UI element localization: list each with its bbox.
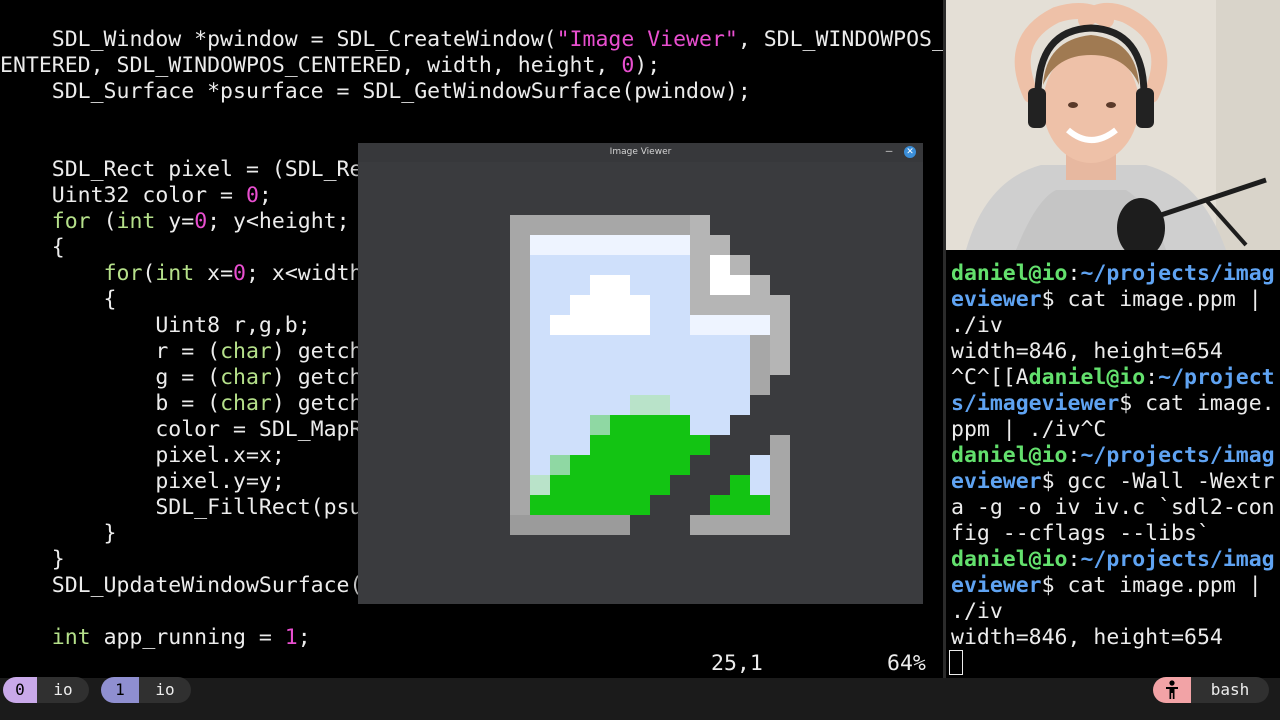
cursor-position: 25,1: [711, 651, 763, 676]
code-text: y=: [155, 209, 195, 234]
person-icon: [1153, 677, 1191, 703]
broken-image-icon: [510, 215, 790, 535]
prompt-path: eviewer: [951, 469, 1042, 494]
terminal-line: a -g -o iv iv.c `sdl2-con: [951, 495, 1275, 520]
close-button[interactable]: ✕: [904, 146, 916, 158]
terminal-line: ./iv: [951, 599, 1003, 624]
code-keyword: int: [155, 261, 195, 286]
code-text: x=: [194, 261, 234, 286]
code-string: "Image Viewer": [556, 27, 738, 52]
code-number: 0: [621, 53, 635, 78]
terminal-line: ^C^[[Adaniel@io:~/project: [951, 365, 1275, 391]
code-text: );: [634, 53, 661, 78]
code-line: ENTERED, SDL_WINDOWPOS_CENTERED, width, …: [0, 53, 943, 79]
code-number: 0: [233, 261, 246, 286]
prompt-user: daniel@io: [951, 547, 1068, 572]
code-line: SDL_Surface *psurface = SDL_GetWindowSur…: [0, 79, 751, 104]
scroll-percent: 64%: [887, 651, 926, 676]
image-viewer-window[interactable]: Image Viewer – ✕: [358, 143, 923, 604]
terminal-line: eviewer$ cat image.ppm |: [951, 573, 1262, 599]
code-number: 1: [284, 625, 298, 650]
code-text: g = (: [0, 365, 221, 390]
prompt-user: daniel@io: [951, 443, 1068, 468]
prompt-colon: :: [1145, 365, 1159, 390]
code-keyword: char: [220, 391, 272, 416]
code-text: ;: [297, 625, 311, 650]
terminal-line: fig --cflags --libs`: [951, 521, 1210, 546]
code-text: SDL_Window *pwindow = SDL_CreateWindow(: [0, 27, 557, 52]
code-keyword: char: [220, 339, 272, 364]
code-keyword: for: [103, 261, 143, 286]
code-text: Uint32 color =: [0, 183, 246, 208]
command-text: $ cat image.: [1119, 391, 1275, 416]
webcam-feed: [946, 0, 1280, 250]
command-text: $ gcc -Wall -Wextr: [1041, 469, 1275, 494]
prompt-colon: :: [1067, 547, 1081, 572]
terminal-line: daniel@io:~/projects/imag: [951, 261, 1275, 287]
prompt-user: daniel@io: [1028, 365, 1146, 390]
code-text: r = (: [0, 339, 221, 364]
command-text: $ cat image.ppm |: [1041, 573, 1262, 598]
prompt-path: eviewer: [951, 287, 1042, 312]
code-text: ;: [258, 183, 272, 208]
tmux-window-name[interactable]: io: [139, 677, 191, 703]
tmux-window-index[interactable]: 0: [3, 677, 37, 703]
prompt-path: eviewer: [951, 573, 1042, 598]
prompt-path: ~/projects/imag: [1080, 547, 1275, 572]
tmux-status-bar: [0, 678, 1280, 720]
tmux-session-name: bash: [1191, 677, 1269, 703]
code-text: ) getch: [271, 339, 363, 364]
prompt-path: ~/projects/imag: [1080, 443, 1275, 468]
code-keyword: int: [51, 625, 91, 650]
prompt-path: ~/projects/imag: [1080, 261, 1275, 286]
prompt-colon: :: [1067, 261, 1081, 286]
terminal-line: daniel@io:~/projects/imag: [951, 443, 1275, 469]
code-line: SDL_Window *pwindow = SDL_CreateWindow("…: [0, 27, 943, 53]
terminal-pane[interactable]: daniel@io:~/projects/imag eviewer$ cat i…: [946, 250, 1280, 678]
terminal-line: eviewer$ gcc -Wall -Wextr: [951, 469, 1275, 495]
code-text: ; y<height;: [207, 209, 363, 234]
prompt-path: s/imageviewer: [951, 391, 1120, 416]
terminal-line: eviewer$ cat image.ppm |: [951, 287, 1262, 313]
window-title: Image Viewer: [609, 147, 672, 157]
code-text: , SDL_WINDOWPOS_C: [737, 27, 943, 52]
code-text: (: [90, 209, 117, 234]
prompt-user: daniel@io: [951, 261, 1068, 286]
code-text: ) getch: [271, 391, 363, 416]
code-number: 0: [245, 183, 259, 208]
prompt-path: ~/project: [1158, 365, 1275, 390]
code-keyword: char: [220, 365, 272, 390]
terminal-line: daniel@io:~/projects/imag: [951, 547, 1275, 573]
code-text: app_running =: [90, 625, 285, 650]
code-text: ; x<width: [246, 261, 363, 286]
command-text: $ cat image.ppm |: [1041, 287, 1262, 312]
terminal-line: ppm | ./iv^C: [951, 417, 1107, 442]
code-line: int app_running = 1;: [0, 625, 943, 651]
tmux-window-name[interactable]: io: [37, 677, 89, 703]
terminal-line: ./iv: [951, 313, 1003, 338]
control-chars: ^C^[[A: [951, 365, 1029, 390]
terminal-line: s/imageviewer$ cat image.: [951, 391, 1275, 417]
webcam-image: [946, 0, 1280, 250]
image-canvas: [358, 162, 923, 604]
code-keyword: int: [116, 209, 156, 234]
terminal-cursor: [949, 650, 963, 675]
code-keyword: for: [51, 209, 91, 234]
person-icon-glyph: [1166, 680, 1178, 699]
code-text: b = (: [0, 391, 221, 416]
prompt-colon: :: [1067, 443, 1081, 468]
code-text: (: [142, 261, 156, 286]
code-text: ENTERED, SDL_WINDOWPOS_CENTERED, width, …: [0, 53, 622, 78]
window-titlebar[interactable]: Image Viewer: [358, 143, 923, 162]
terminal-line: width=846, height=654: [951, 625, 1223, 650]
tmux-window-index[interactable]: 1: [101, 677, 139, 703]
minimize-button[interactable]: –: [882, 144, 896, 160]
terminal-line: width=846, height=654: [951, 339, 1223, 364]
code-number: 0: [194, 209, 208, 234]
code-text: ) getch: [271, 365, 363, 390]
